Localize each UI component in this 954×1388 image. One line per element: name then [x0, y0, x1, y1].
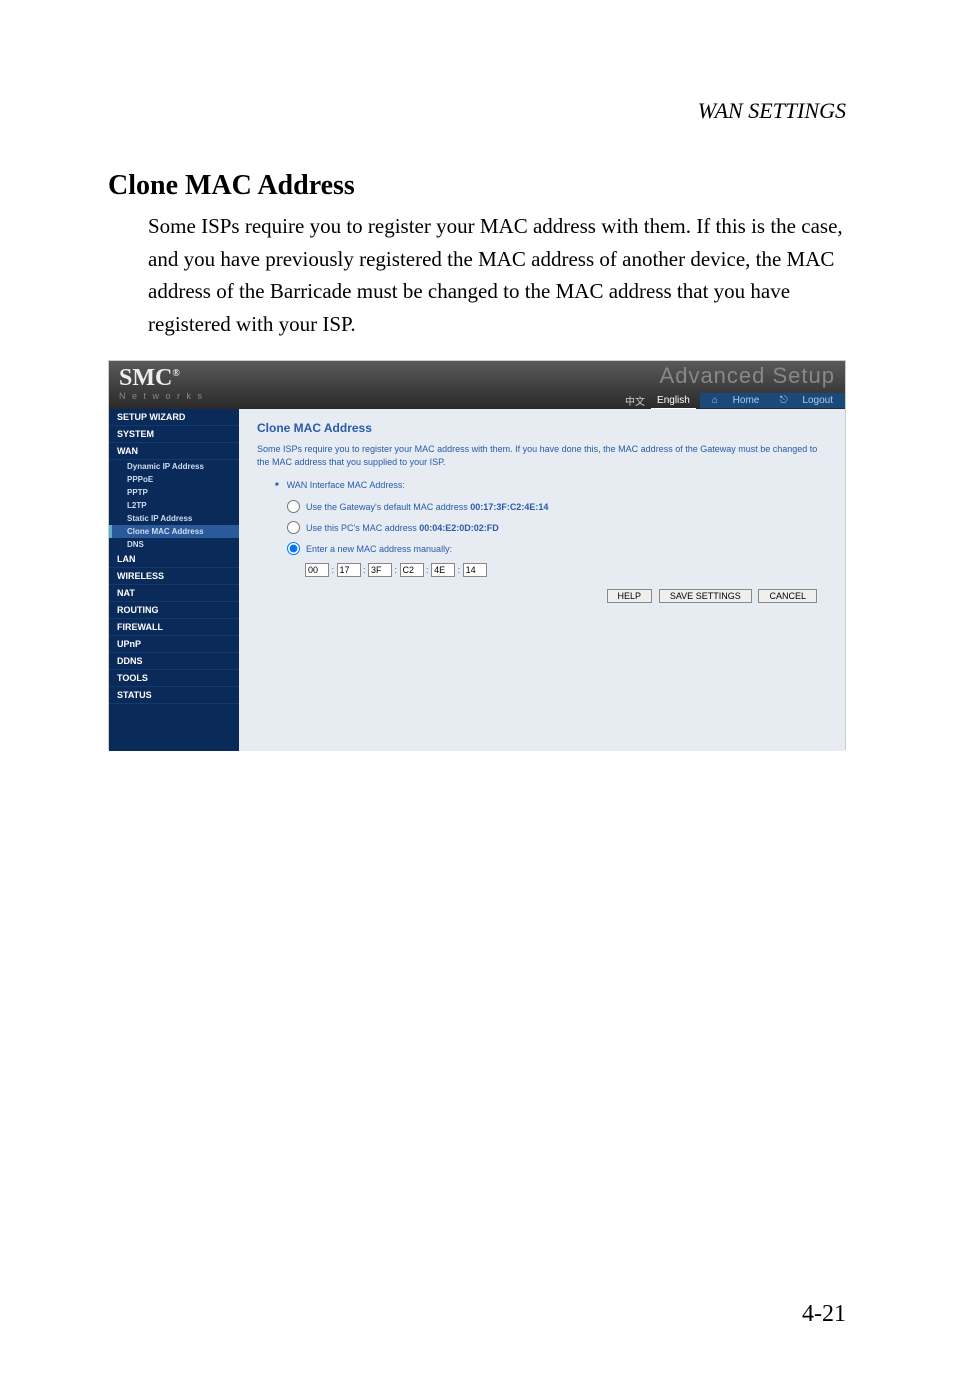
sidebar-item-wireless[interactable]: WIRELESS — [109, 568, 239, 585]
panel-description: Some ISPs require you to register your M… — [257, 443, 827, 468]
mac-octet-1[interactable] — [305, 563, 329, 577]
logout-icon: ⎋ — [774, 393, 794, 408]
cancel-button[interactable]: CANCEL — [758, 589, 817, 603]
mac-octet-5[interactable] — [431, 563, 455, 577]
app-header: SMC® N e t w o r k s Advanced Setup 中文 E… — [109, 361, 845, 409]
sidebar-item-firewall[interactable]: FIREWALL — [109, 619, 239, 636]
sidebar-item-tools[interactable]: TOOLS — [109, 670, 239, 687]
section-title: Clone MAC Address — [108, 170, 355, 202]
lang-english-link[interactable]: English — [651, 393, 696, 409]
mac-octet-2[interactable] — [337, 563, 361, 577]
router-ui-screenshot: SMC® N e t w o r k s Advanced Setup 中文 E… — [108, 360, 846, 750]
sidebar-item-l2tp[interactable]: L2TP — [109, 499, 239, 512]
home-logout-bar: ⌂ Home ⎋ Logout — [700, 393, 845, 408]
sidebar-item-static-ip-address[interactable]: Static IP Address — [109, 512, 239, 525]
mac-octet-4[interactable] — [400, 563, 424, 577]
opt2-mac: 00:04:E2:0D:02:FD — [419, 523, 499, 533]
sidebar-item-pppoe[interactable]: PPPoE — [109, 473, 239, 486]
logo-text: SMC — [119, 365, 172, 391]
radio-option-default-mac[interactable]: Use the Gateway's default MAC address 00… — [257, 500, 827, 513]
sidebar: SETUP WIZARDSYSTEMWANDynamic IP AddressP… — [109, 409, 239, 751]
logo: SMC® — [119, 365, 180, 392]
mac-input-row: : : : : : — [257, 563, 827, 577]
body-paragraph: Some ISPs require you to register your M… — [148, 210, 846, 340]
mac-octet-3[interactable] — [368, 563, 392, 577]
sidebar-item-clone-mac-address[interactable]: Clone MAC Address — [109, 525, 239, 538]
sidebar-item-system[interactable]: SYSTEM — [109, 426, 239, 443]
button-row: HELP SAVE SETTINGS CANCEL — [257, 589, 827, 603]
opt2-text: Use this PC's MAC address — [306, 523, 419, 533]
home-icon: ⌂ — [706, 393, 724, 408]
sidebar-item-setup-wizard[interactable]: SETUP WIZARD — [109, 409, 239, 426]
language-bar: 中文 English ⌂ Home ⎋ Logout — [619, 391, 845, 410]
logout-link[interactable]: Logout — [796, 393, 839, 408]
sidebar-item-pptp[interactable]: PPTP — [109, 486, 239, 499]
sidebar-item-routing[interactable]: ROUTING — [109, 602, 239, 619]
mac-octet-6[interactable] — [463, 563, 487, 577]
opt3-text: Enter a new MAC address manually: — [306, 544, 452, 554]
panel-title: Clone MAC Address — [257, 421, 827, 435]
sidebar-item-lan[interactable]: LAN — [109, 551, 239, 568]
opt1-mac: 00:17:3F:C2:4E:14 — [470, 502, 548, 512]
radio-pc-mac[interactable] — [287, 521, 300, 534]
sidebar-item-nat[interactable]: NAT — [109, 585, 239, 602]
save-settings-button[interactable]: SAVE SETTINGS — [659, 589, 752, 603]
app-title: Advanced Setup — [660, 363, 835, 389]
page-number: 4-21 — [802, 1301, 846, 1328]
logo-subtitle: N e t w o r k s — [119, 391, 204, 401]
opt1-text: Use the Gateway's default MAC address — [306, 502, 470, 512]
sidebar-item-ddns[interactable]: DDNS — [109, 653, 239, 670]
logo-reg: ® — [172, 368, 179, 379]
sidebar-item-upnp[interactable]: UPnP — [109, 636, 239, 653]
home-link[interactable]: Home — [727, 393, 766, 408]
running-header: WAN SETTINGS — [698, 98, 846, 124]
sidebar-item-dns[interactable]: DNS — [109, 538, 239, 551]
wan-mac-label: WAN Interface MAC Address: — [257, 480, 827, 490]
help-button[interactable]: HELP — [607, 589, 653, 603]
radio-option-pc-mac[interactable]: Use this PC's MAC address 00:04:E2:0D:02… — [257, 521, 827, 534]
sidebar-item-dynamic-ip-address[interactable]: Dynamic IP Address — [109, 460, 239, 473]
radio-option-manual-mac[interactable]: Enter a new MAC address manually: — [257, 542, 827, 555]
radio-default-mac[interactable] — [287, 500, 300, 513]
sidebar-item-wan[interactable]: WAN — [109, 443, 239, 460]
sidebar-item-status[interactable]: STATUS — [109, 687, 239, 704]
lang-chinese-link[interactable]: 中文 — [619, 391, 651, 410]
radio-manual-mac[interactable] — [287, 542, 300, 555]
content-panel: Clone MAC Address Some ISPs require you … — [239, 409, 845, 751]
